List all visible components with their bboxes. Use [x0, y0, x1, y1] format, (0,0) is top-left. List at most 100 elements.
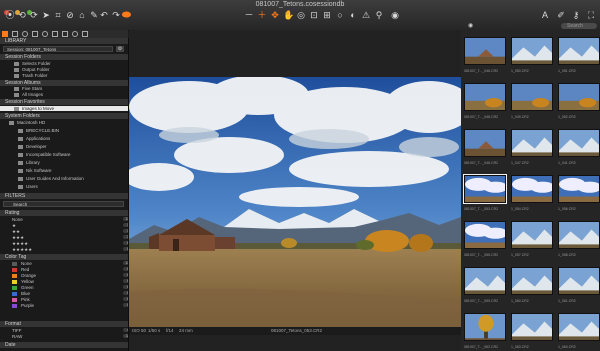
thumbnail[interactable] — [558, 313, 600, 341]
list-item[interactable]: Developer — [0, 144, 128, 149]
thumbnail[interactable] — [464, 129, 506, 157]
list-item[interactable]: ★★ 1 — [0, 229, 128, 234]
list-item[interactable]: Green 0 — [0, 285, 128, 290]
view-eye-icon[interactable]: ◉ — [468, 22, 473, 29]
exposure-tab-icon[interactable] — [32, 31, 38, 37]
text-icon[interactable]: A — [540, 10, 550, 20]
list-item[interactable]: Nik Software — [0, 168, 128, 173]
overlay-icon[interactable]: ○ — [335, 10, 345, 20]
color-tag-header[interactable]: Color Tag — [0, 254, 128, 260]
list-item[interactable]: ★ 1 — [0, 223, 128, 228]
session-selector[interactable]: Session: 081007_Tetons — [3, 46, 113, 52]
white-balance-icon[interactable]: ◉ — [390, 10, 400, 20]
zoom-in-icon[interactable]: ＋ — [257, 10, 267, 20]
list-item[interactable]: User Guides And Information — [0, 176, 128, 181]
thumbnail[interactable] — [558, 267, 600, 295]
list-item[interactable]: Yellow 0 — [0, 279, 128, 284]
list-item[interactable]: ★★★ 3 — [0, 235, 128, 240]
list-item[interactable]: Trash Folder — [0, 73, 128, 78]
thumbnail[interactable] — [464, 37, 506, 65]
thumbnail[interactable] — [511, 175, 553, 203]
date-header[interactable]: Date — [0, 342, 128, 348]
eye-dropper-icon[interactable]: ⚷ — [571, 10, 581, 20]
list-item[interactable]: TIFF 4 — [0, 328, 128, 333]
thumbnail[interactable] — [558, 129, 600, 157]
main-photo[interactable] — [129, 77, 461, 327]
straighten-icon[interactable]: ⊘ — [65, 10, 75, 20]
session-favorites-header[interactable]: Session Favorites — [0, 99, 128, 105]
list-item[interactable]: All Images — [0, 92, 128, 97]
cursor-icon[interactable]: ➤ — [41, 10, 51, 20]
thumbnail[interactable] — [511, 129, 553, 157]
sel-icon[interactable]: ⊡ — [309, 10, 319, 20]
list-item[interactable]: Incompatible Software — [0, 152, 128, 157]
system-folders-header[interactable]: System Folders — [0, 113, 128, 119]
list-item[interactable]: ★★★★★ 0 — [0, 247, 128, 252]
grid-icon[interactable]: ⊞ — [322, 10, 332, 20]
search-input[interactable]: Search — [561, 23, 597, 29]
list-item[interactable]: Selects Folder — [0, 61, 128, 66]
rotate-left-icon[interactable]: ⟲ — [17, 10, 27, 20]
lens-tab-icon[interactable] — [42, 31, 48, 37]
list-item[interactable]: Blue 0 — [0, 291, 128, 296]
color-tab-icon[interactable] — [22, 31, 28, 37]
thumbnail[interactable] — [511, 313, 553, 341]
thumbnail[interactable] — [464, 221, 506, 249]
loupe-icon[interactable]: ◎ — [296, 10, 306, 20]
edit-icon[interactable]: ✐ — [556, 10, 566, 20]
rating-header[interactable]: Rating — [0, 210, 128, 216]
list-item[interactable]: Macintosh HD — [0, 120, 128, 125]
thumbnail[interactable] — [511, 83, 553, 111]
list-item[interactable]: BRECYCLE.BIN — [0, 128, 128, 133]
thumbnail[interactable] — [463, 174, 507, 204]
filters-header[interactable]: FILTERS — [0, 193, 128, 199]
thumbnail[interactable] — [511, 267, 553, 295]
brush-icon[interactable]: ✎ — [89, 10, 99, 20]
rotate-right-icon[interactable]: ⟳ — [29, 10, 39, 20]
crop-tool-icon[interactable]: ⛶ — [586, 10, 596, 20]
thumbnail[interactable] — [464, 83, 506, 111]
details-tab-icon[interactable] — [52, 31, 58, 37]
format-header[interactable]: Format — [0, 321, 128, 327]
thumbnail[interactable] — [558, 175, 600, 203]
list-item[interactable]: None13 — [0, 217, 128, 222]
session-folders-header[interactable]: Session Folders — [0, 54, 128, 60]
list-item[interactable]: Five Stars — [0, 86, 128, 91]
list-item[interactable]: Output Folder — [0, 67, 128, 72]
list-item[interactable]: Library — [0, 160, 128, 165]
list-item[interactable]: Orange 0 — [0, 273, 128, 278]
zoom-out-icon[interactable]: － — [244, 10, 254, 20]
thumbnail[interactable] — [558, 37, 600, 65]
thumbnail[interactable] — [511, 221, 553, 249]
output-tab-icon[interactable] — [82, 31, 88, 37]
keystone-icon[interactable]: ⌂ — [77, 10, 87, 20]
list-item[interactable]: ★★★★ 0 — [0, 241, 128, 246]
camera-icon[interactable]: ⦿ — [5, 10, 15, 20]
filter-search-input[interactable]: Search — [3, 201, 124, 207]
list-item[interactable]: Users — [0, 184, 128, 189]
list-item[interactable]: Purple 0 — [0, 303, 128, 308]
session-settings-icon[interactable]: ⚙ — [116, 46, 124, 52]
thumbnail[interactable] — [558, 221, 600, 249]
capture-icon[interactable]: ⬬ — [120, 10, 133, 21]
crop-icon[interactable]: ⌗ — [53, 10, 63, 20]
thumbnail[interactable] — [464, 313, 506, 341]
metadata-tab-icon[interactable] — [72, 31, 78, 37]
list-item[interactable]: RAW11 — [0, 334, 128, 339]
thumbnail[interactable] — [511, 37, 553, 65]
list-item[interactable]: Red 0 — [0, 267, 128, 272]
thumbnail[interactable] — [558, 83, 600, 111]
thumbnail[interactable] — [464, 267, 506, 295]
undo-icon[interactable]: ↶ — [99, 10, 109, 20]
list-item[interactable]: Applications — [0, 136, 128, 141]
list-item[interactable]: Pink 0 — [0, 297, 128, 302]
color-picker-icon[interactable]: ⚲ — [374, 10, 384, 20]
focus-mask-icon[interactable]: ◐ — [348, 10, 358, 20]
list-item[interactable]: None15 — [0, 261, 128, 266]
multi-view-icon[interactable]: ✥ — [270, 10, 280, 20]
adjust-tab-icon[interactable] — [62, 31, 68, 37]
exposure-warning-icon[interactable]: ⚠ — [361, 10, 371, 20]
pan-icon[interactable]: ✋ — [283, 10, 294, 20]
library-tab-icon[interactable] — [2, 31, 8, 37]
capture-tab-icon[interactable] — [12, 31, 18, 37]
